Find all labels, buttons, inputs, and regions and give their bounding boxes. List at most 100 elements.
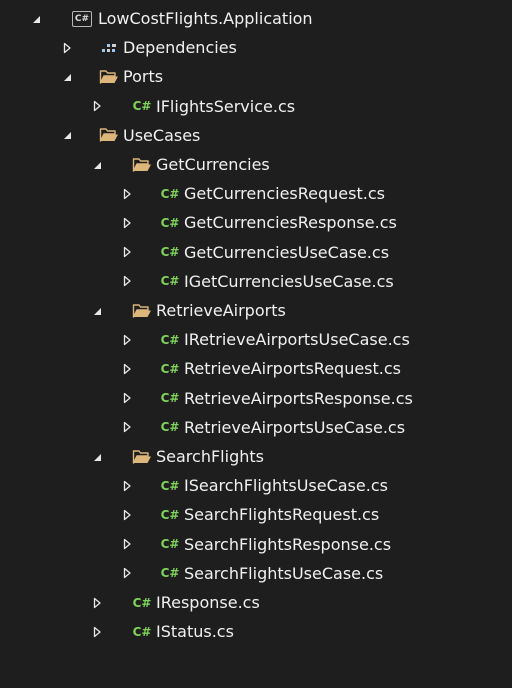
csharp-file-glyph: C#: [132, 595, 152, 610]
tree-item-label: RetrieveAirports: [156, 301, 286, 320]
expanded-arrow-icon[interactable]: [90, 296, 104, 325]
tree-row-file[interactable]: C# GetCurrenciesResponse.cs: [0, 208, 512, 237]
csharp-file-icon: C#: [158, 559, 182, 588]
csharp-file-icon: C#: [130, 588, 154, 617]
tree-item-label: SearchFlightsRequest.cs: [184, 505, 380, 525]
expanded-arrow-icon[interactable]: [90, 442, 104, 471]
tree-item-label: SearchFlights: [156, 447, 264, 466]
collapsed-arrow-icon[interactable]: [120, 325, 134, 354]
tree-row-file[interactable]: C# SearchFlightsUseCase.cs: [0, 559, 512, 588]
collapsed-arrow-icon[interactable]: [120, 267, 134, 296]
expanded-arrow-icon[interactable]: [29, 4, 43, 33]
dependencies-icon: [97, 33, 121, 62]
folder-open-icon: [130, 150, 154, 179]
csharp-file-icon: C#: [158, 354, 182, 383]
csharp-file-icon: C#: [158, 500, 182, 529]
csharp-file-icon: C#: [158, 208, 182, 237]
folder-open-icon: [130, 442, 154, 471]
tree-row-file[interactable]: C# RetrieveAirportsRequest.cs: [0, 354, 512, 383]
tree-item-label: GetCurrenciesResponse.cs: [184, 213, 397, 233]
collapsed-arrow-icon[interactable]: [120, 500, 134, 529]
collapsed-arrow-icon[interactable]: [90, 588, 104, 617]
expanded-arrow-icon[interactable]: [90, 150, 104, 179]
collapsed-arrow-icon[interactable]: [120, 413, 134, 442]
tree-item-label: RetrieveAirportsRequest.cs: [184, 359, 402, 379]
tree-item-label: IFlightsService.cs: [156, 96, 296, 116]
tree-row-folder[interactable]: Ports: [0, 62, 512, 91]
csharp-file-icon: C#: [130, 617, 154, 646]
tree-row-file[interactable]: C# GetCurrenciesUseCase.cs: [0, 238, 512, 267]
csharp-file-glyph: C#: [160, 537, 180, 552]
collapsed-arrow-icon[interactable]: [120, 354, 134, 383]
tree-row-file[interactable]: C# IFlightsService.cs: [0, 92, 512, 121]
csharp-file-icon: C#: [158, 179, 182, 208]
csharp-file-icon: C#: [158, 267, 182, 296]
csharp-file-glyph: C#: [160, 186, 180, 201]
folder-open-icon: [130, 296, 154, 325]
csharp-file-icon: C#: [158, 471, 182, 500]
tree-row-folder[interactable]: UseCases: [0, 121, 512, 150]
collapsed-arrow-icon[interactable]: [120, 208, 134, 237]
tree-item-label: UseCases: [123, 125, 201, 145]
csharp-file-icon: C#: [158, 530, 182, 559]
tree-row-file[interactable]: C# GetCurrenciesRequest.cs: [0, 179, 512, 208]
tree-item-label: Ports: [123, 67, 164, 87]
collapsed-arrow-icon[interactable]: [120, 238, 134, 267]
tree-item-label: IResponse.cs: [156, 593, 260, 612]
tree-row-project[interactable]: C# LowCostFlights.Application: [0, 4, 512, 33]
tree-row-file[interactable]: C# SearchFlightsRequest.cs: [0, 500, 512, 529]
tree-row-folder[interactable]: SearchFlights: [0, 442, 512, 471]
tree-row-file[interactable]: C# RetrieveAirportsUseCase.cs: [0, 413, 512, 442]
tree-item-label: LowCostFlights.Application: [98, 9, 313, 28]
collapsed-arrow-icon[interactable]: [90, 617, 104, 646]
tree-row-file[interactable]: C# ISearchFlightsUseCase.cs: [0, 471, 512, 500]
tree-item-label: RetrieveAirportsUseCase.cs: [184, 417, 406, 437]
csharp-file-glyph: C#: [160, 361, 180, 376]
collapsed-arrow-icon[interactable]: [60, 33, 74, 62]
csharp-file-icon: C#: [158, 325, 182, 354]
tree-item-label: GetCurrenciesRequest.cs: [184, 184, 385, 204]
tree-item-label: RetrieveAirportsResponse.cs: [184, 388, 413, 408]
csharp-file-icon: C#: [158, 384, 182, 413]
csharp-file-glyph: C#: [160, 478, 180, 493]
tree-item-label: SearchFlightsUseCase.cs: [184, 563, 384, 583]
tree-row-file[interactable]: C# RetrieveAirportsResponse.cs: [0, 384, 512, 413]
tree-row-file[interactable]: C# IRetrieveAirportsUseCase.cs: [0, 325, 512, 354]
folder-open-icon: [97, 62, 121, 91]
csharp-file-glyph: C#: [160, 566, 180, 581]
csharp-file-glyph: C#: [160, 245, 180, 260]
csharp-file-glyph: C#: [160, 274, 180, 289]
tree-item-label: Dependencies: [123, 38, 237, 58]
tree-row-file[interactable]: C# IResponse.cs: [0, 588, 512, 617]
tree-row-file[interactable]: C# SearchFlightsResponse.cs: [0, 530, 512, 559]
csharp-project-glyph: C#: [72, 10, 92, 27]
collapsed-arrow-icon[interactable]: [120, 471, 134, 500]
tree-row-folder[interactable]: GetCurrencies: [0, 150, 512, 179]
csharp-file-icon: C#: [130, 92, 154, 121]
expanded-arrow-icon[interactable]: [60, 62, 74, 91]
tree-row-file[interactable]: C# IGetCurrenciesUseCase.cs: [0, 267, 512, 296]
collapsed-arrow-icon[interactable]: [120, 384, 134, 413]
csharp-file-glyph: C#: [160, 391, 180, 406]
tree-row-folder[interactable]: RetrieveAirports: [0, 296, 512, 325]
collapsed-arrow-icon[interactable]: [120, 179, 134, 208]
csharp-file-glyph: C#: [132, 624, 152, 639]
tree-item-label: ISearchFlightsUseCase.cs: [184, 476, 388, 496]
csharp-file-glyph: C#: [160, 215, 180, 230]
collapsed-arrow-icon[interactable]: [120, 530, 134, 559]
tree-row-dependencies[interactable]: Dependencies: [0, 33, 512, 62]
csharp-file-icon: C#: [158, 238, 182, 267]
tree-item-label: GetCurrencies: [156, 155, 270, 174]
tree-item-label: SearchFlightsResponse.cs: [184, 534, 392, 554]
collapsed-arrow-icon[interactable]: [120, 559, 134, 588]
tree-row-file[interactable]: C# IStatus.cs: [0, 617, 512, 646]
csharp-file-icon: C#: [158, 413, 182, 442]
csharp-project-icon: C#: [70, 4, 94, 33]
collapsed-arrow-icon[interactable]: [90, 92, 104, 121]
expanded-arrow-icon[interactable]: [60, 121, 74, 150]
csharp-file-glyph: C#: [160, 420, 180, 435]
tree-item-label: IRetrieveAirportsUseCase.cs: [184, 330, 410, 350]
csharp-file-glyph: C#: [160, 507, 180, 522]
tree-item-label: GetCurrenciesUseCase.cs: [184, 242, 390, 262]
csharp-file-glyph: C#: [132, 99, 152, 114]
